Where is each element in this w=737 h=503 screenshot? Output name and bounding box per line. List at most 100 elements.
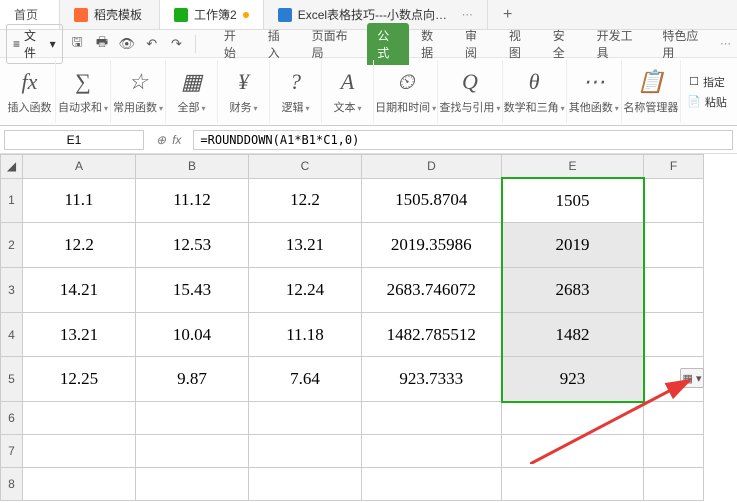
ribbon-tab-special[interactable]: 特色应用: [652, 23, 716, 65]
cell-reference-input[interactable]: [4, 130, 144, 150]
cell[interactable]: [136, 435, 249, 468]
cell-A1[interactable]: 11.1: [23, 178, 136, 223]
cell[interactable]: [23, 435, 136, 468]
ribbon-overflow[interactable]: ⋯: [720, 37, 731, 50]
group-name-manager[interactable]: 📋名称管理器: [622, 60, 681, 123]
cell[interactable]: [136, 468, 249, 501]
cell[interactable]: [23, 468, 136, 501]
group-math[interactable]: θ数学和三角▾: [503, 60, 567, 123]
ribbon-tab-data[interactable]: 数据: [411, 23, 453, 65]
lookup-icon[interactable]: ⊕: [156, 133, 166, 147]
cell-E3[interactable]: 2683: [502, 267, 644, 312]
row-header-1[interactable]: 1: [1, 178, 23, 223]
row-header-3[interactable]: 3: [1, 267, 23, 312]
cell-D2[interactable]: 2019.35986: [362, 223, 502, 268]
cell-C3[interactable]: 12.24: [249, 267, 362, 312]
col-header-B[interactable]: B: [136, 155, 249, 179]
group-text[interactable]: A文本▾: [322, 60, 374, 123]
col-header-D[interactable]: D: [362, 155, 502, 179]
group-lookup[interactable]: Q查找与引用▾: [438, 60, 502, 123]
cell-C4[interactable]: 11.18: [249, 312, 362, 357]
cell-C2[interactable]: 13.21: [249, 223, 362, 268]
cell-B4[interactable]: 10.04: [136, 312, 249, 357]
cell[interactable]: [249, 402, 362, 435]
ribbon-tab-insert[interactable]: 插入: [258, 23, 300, 65]
group-financial[interactable]: ¥财务▾: [218, 60, 270, 123]
print-icon[interactable]: 🖶: [92, 34, 113, 54]
cell-B2[interactable]: 12.53: [136, 223, 249, 268]
cell-D3[interactable]: 2683.746072: [362, 267, 502, 312]
group-insert-function[interactable]: fx插入函数: [4, 60, 56, 123]
cell[interactable]: [249, 468, 362, 501]
tab-templates[interactable]: 稻壳模板: [60, 0, 160, 29]
cell-A4[interactable]: 13.21: [23, 312, 136, 357]
fx-icon[interactable]: fx: [172, 133, 181, 147]
cell-E5[interactable]: 923: [502, 357, 644, 402]
col-header-A[interactable]: A: [23, 155, 136, 179]
group-autosum[interactable]: ∑自动求和▾: [56, 60, 111, 123]
col-header-E[interactable]: E: [502, 155, 644, 179]
ribbon-tab-view[interactable]: 视图: [499, 23, 541, 65]
row-header-2[interactable]: 2: [1, 223, 23, 268]
cell-E4[interactable]: 1482: [502, 312, 644, 357]
cell-D4[interactable]: 1482.785512: [362, 312, 502, 357]
cell-F1[interactable]: [644, 178, 704, 223]
undo-icon[interactable]: ↶: [141, 34, 162, 54]
group-common[interactable]: ☆常用函数▾: [111, 60, 166, 123]
row-header-5[interactable]: 5: [1, 357, 23, 402]
cell-C5[interactable]: 7.64: [249, 357, 362, 402]
ribbon-tab-start[interactable]: 开始: [214, 23, 256, 65]
cell[interactable]: [502, 435, 644, 468]
cell[interactable]: [23, 402, 136, 435]
row-header-7[interactable]: 7: [1, 435, 23, 468]
ribbon-tab-safety[interactable]: 安全: [543, 23, 585, 65]
group-datetime[interactable]: ⏲日期和时间▾: [374, 60, 438, 123]
cell[interactable]: [362, 402, 502, 435]
cell-A2[interactable]: 12.2: [23, 223, 136, 268]
cell[interactable]: [136, 402, 249, 435]
ribbon-tab-review[interactable]: 审阅: [455, 23, 497, 65]
cell[interactable]: [362, 468, 502, 501]
group-assign-paste[interactable]: ☐指定 📄粘贴: [681, 60, 733, 123]
cell-B1[interactable]: 11.12: [136, 178, 249, 223]
group-logical[interactable]: ?逻辑▾: [270, 60, 322, 123]
ribbon-tab-formula[interactable]: 公式: [367, 23, 409, 65]
row-header-8[interactable]: 8: [1, 468, 23, 501]
col-header-F[interactable]: F: [644, 155, 704, 179]
cell-F2[interactable]: [644, 223, 704, 268]
row-header-6[interactable]: 6: [1, 402, 23, 435]
row-header-4[interactable]: 4: [1, 312, 23, 357]
cell[interactable]: [249, 435, 362, 468]
cell-E2[interactable]: 2019: [502, 223, 644, 268]
cell-D1[interactable]: 1505.8704: [362, 178, 502, 223]
ribbon-tab-layout[interactable]: 页面布局: [302, 23, 366, 65]
cell-A3[interactable]: 14.21: [23, 267, 136, 312]
cell[interactable]: [644, 402, 704, 435]
cell[interactable]: [644, 468, 704, 501]
cell-F3[interactable]: [644, 267, 704, 312]
cell[interactable]: [644, 435, 704, 468]
cell-B3[interactable]: 15.43: [136, 267, 249, 312]
cell[interactable]: [502, 402, 644, 435]
formula-bar: ⊕ fx: [0, 126, 737, 154]
cell-C1[interactable]: 12.2: [249, 178, 362, 223]
cell-D5[interactable]: 923.7333: [362, 357, 502, 402]
preview-icon[interactable]: 👁: [116, 34, 137, 54]
group-all[interactable]: ▦全部▾: [166, 60, 218, 123]
col-header-C[interactable]: C: [249, 155, 362, 179]
cell[interactable]: [362, 435, 502, 468]
group-other[interactable]: ⋯其他函数▾: [567, 60, 622, 123]
file-menu[interactable]: ≡ 文件 ▾: [6, 24, 63, 64]
formula-input[interactable]: [193, 130, 733, 150]
ribbon-tab-devtools[interactable]: 开发工具: [587, 23, 651, 65]
cell[interactable]: [502, 468, 644, 501]
cell-B5[interactable]: 9.87: [136, 357, 249, 402]
cell-A5[interactable]: 12.25: [23, 357, 136, 402]
select-all-corner[interactable]: ◢: [1, 155, 23, 179]
autofill-smart-tag[interactable]: ▦ ▾: [680, 368, 704, 388]
save-icon[interactable]: 🖫: [67, 34, 88, 54]
redo-icon[interactable]: ↷: [166, 34, 187, 54]
close-icon[interactable]: ⋯: [462, 8, 473, 21]
cell-F4[interactable]: [644, 312, 704, 357]
cell-E1[interactable]: 1505: [502, 178, 644, 223]
